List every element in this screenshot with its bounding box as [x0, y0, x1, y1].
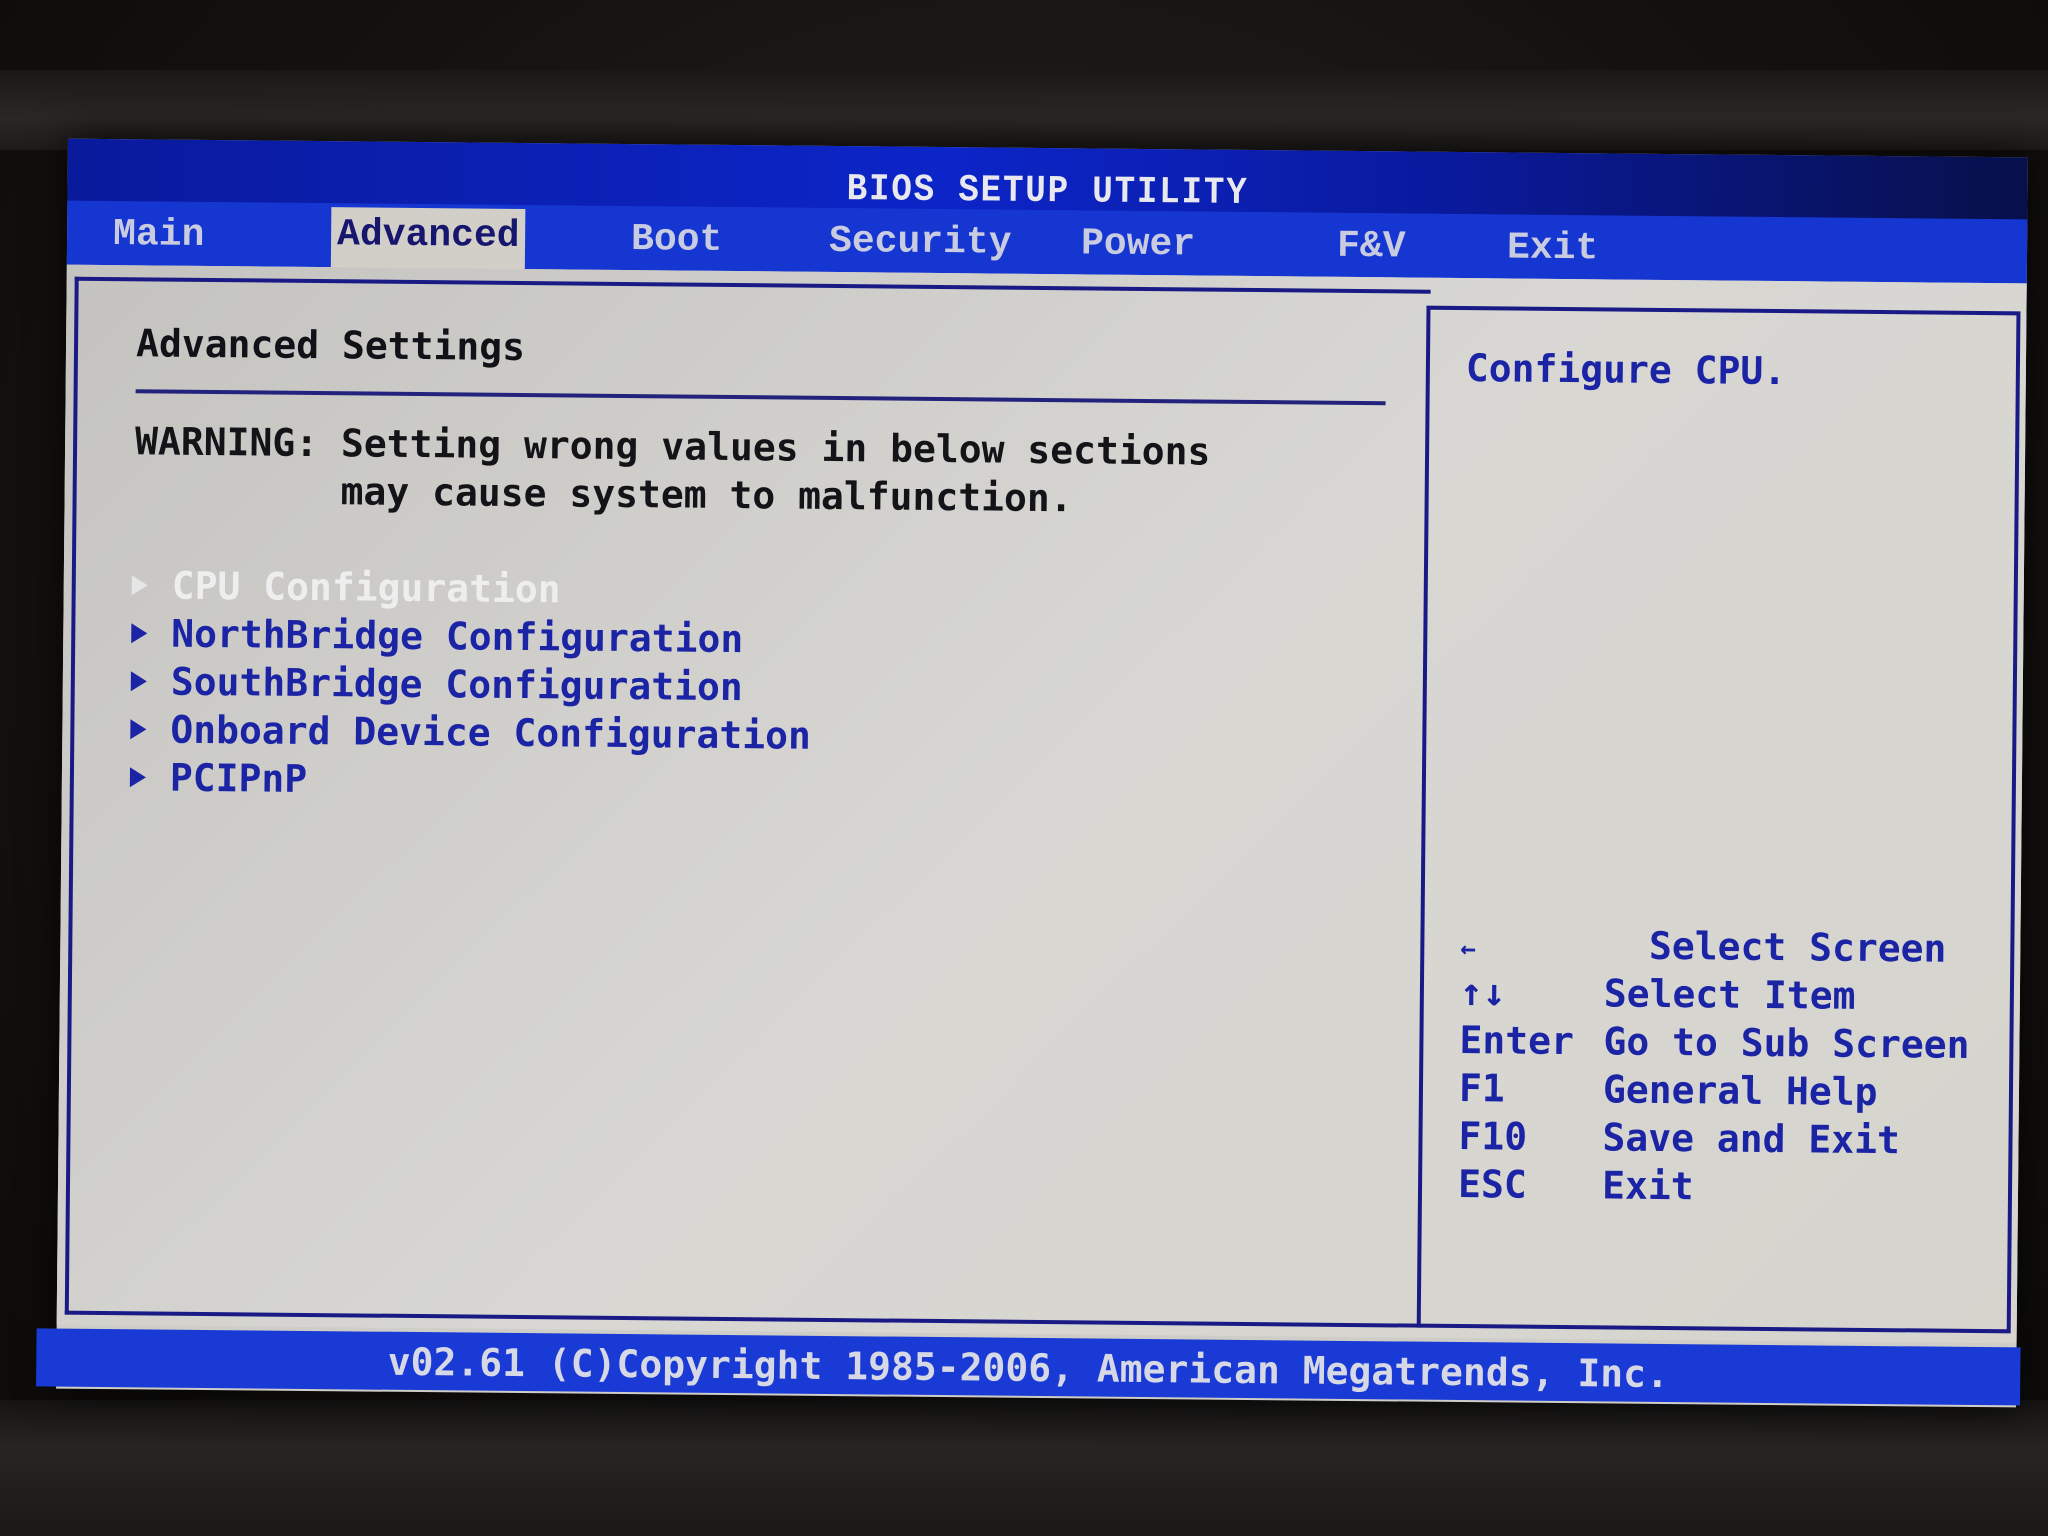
submenu-arrow-icon [130, 718, 147, 739]
key-label: F10 [1458, 1114, 1528, 1159]
key-label: ESC [1457, 1162, 1527, 1207]
key-row-enter: Enter Go to Sub Screen [1459, 1016, 1969, 1069]
help-description: Configure CPU. [1465, 346, 1787, 394]
submenu-arrow-icon [130, 670, 147, 691]
menu-item-label: SouthBridge Configuration [170, 659, 743, 710]
bios-screen: BIOS SETUP UTILITY Main Advanced Boot Se… [36, 138, 2028, 1408]
submenu-list: CPU Configuration NorthBridge Configurat… [129, 561, 813, 808]
tab-boot[interactable]: Boot [625, 212, 729, 269]
warning-line-1: WARNING: Setting wrong values in below s… [134, 419, 1211, 474]
menu-item-label: Onboard Device Configuration [170, 707, 812, 758]
warning-line-2: may cause system to malfunction. [134, 467, 1073, 521]
key-action: Exit [1601, 1163, 1694, 1209]
warning-message: WARNING: Setting wrong values in below s… [134, 417, 1211, 523]
key-row-f10: F10 Save and Exit [1458, 1112, 1968, 1165]
key-action: Select Item [1603, 971, 1856, 1018]
key-row-select-screen: ← Select Screen [1460, 920, 1970, 973]
menu-item-pcipnp[interactable]: PCIPnP [129, 753, 811, 808]
monitor-bezel-bottom [0, 1400, 2048, 1536]
menu-item-label: PCIPnP [169, 755, 308, 801]
tab-main[interactable]: Main [107, 207, 211, 264]
copyright-text: v02.61 (C)Copyright 1985-2006, American … [387, 1339, 1670, 1397]
submenu-arrow-icon [129, 766, 147, 787]
up-down-arrow-key-icon: ↑↓ [1459, 970, 1506, 1015]
key-row-select-item: ↑↓ Select Item [1460, 968, 1970, 1021]
content-area: Advanced Settings WARNING: Setting wrong… [56, 264, 2027, 1344]
key-action: Go to Sub Screen [1603, 1019, 1970, 1067]
key-row-esc: ESC Exit [1458, 1160, 1968, 1213]
key-label: Enter [1459, 1018, 1575, 1064]
menu-item-southbridge-configuration[interactable]: SouthBridge Configuration [130, 657, 812, 712]
section-title: Advanced Settings [135, 321, 526, 370]
submenu-arrow-icon [131, 622, 148, 643]
tab-power[interactable]: Power [1075, 216, 1202, 273]
submenu-arrow-icon [131, 574, 148, 595]
monitor-bezel-top [0, 70, 2048, 150]
menu-item-cpu-configuration[interactable]: CPU Configuration [131, 561, 813, 616]
tab-advanced[interactable]: Advanced [330, 207, 526, 272]
key-action: General Help [1602, 1067, 1878, 1115]
key-action: Select Screen [1580, 923, 1947, 971]
menu-item-label: CPU Configuration [171, 563, 561, 612]
help-panel: Configure CPU. ← Select Screen ↑↓ Select … [1416, 305, 2021, 1334]
tab-fv[interactable]: F&V [1331, 219, 1412, 276]
menu-item-onboard-device-configuration[interactable]: Onboard Device Configuration [130, 705, 811, 760]
key-row-f1: F1 General Help [1459, 1064, 1969, 1117]
menu-item-label: NorthBridge Configuration [171, 611, 744, 662]
key-legend: ← Select Screen ↑↓ Select Item Enter Go to… [1458, 920, 1971, 1213]
tab-exit[interactable]: Exit [1501, 220, 1605, 277]
key-action: Save and Exit [1602, 1115, 1901, 1163]
key-label: F1 [1458, 1066, 1505, 1111]
section-divider [135, 389, 1386, 406]
menu-item-northbridge-configuration[interactable]: NorthBridge Configuration [131, 609, 812, 664]
tab-security[interactable]: Security [823, 214, 1018, 272]
settings-panel: Advanced Settings WARNING: Setting wrong… [64, 276, 1431, 1328]
